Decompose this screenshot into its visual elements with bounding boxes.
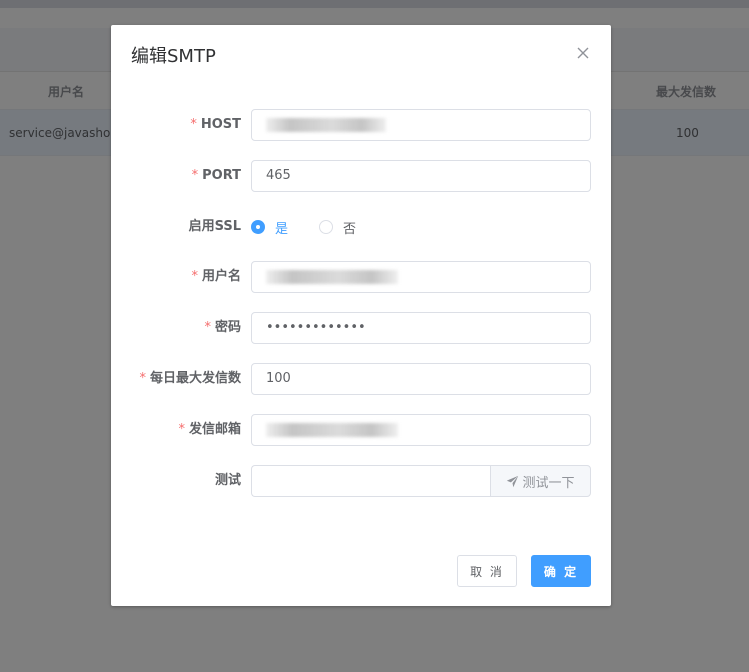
dialog-title: 编辑SMTP: [131, 46, 216, 67]
ssl-yes-label: 是: [275, 221, 289, 237]
test-input-group: 测试一下: [251, 465, 591, 497]
required-mark: *: [204, 320, 211, 335]
redacted-value: [266, 118, 386, 132]
host-row: * HOST: [111, 109, 611, 141]
required-mark: *: [190, 117, 197, 132]
paper-plane-icon: [507, 475, 519, 487]
password-label: * 密码: [204, 320, 241, 335]
port-input[interactable]: 465: [251, 160, 591, 192]
test-row: 测试 测试一下: [111, 465, 611, 497]
port-label: * PORT: [191, 168, 241, 183]
host-label: * HOST: [190, 117, 241, 132]
port-row: * PORT 465: [111, 160, 611, 192]
test-send-button[interactable]: 测试一下: [490, 465, 591, 497]
max-daily-row: * 每日最大发信数 100: [111, 363, 611, 395]
max-daily-input[interactable]: 100: [251, 363, 591, 395]
password-input[interactable]: •••••••••••••: [251, 312, 591, 344]
ssl-no-label: 否: [343, 221, 357, 237]
username-row: * 用户名: [111, 261, 611, 293]
host-input[interactable]: [251, 109, 591, 141]
from-email-label: * 发信邮箱: [178, 422, 241, 437]
redacted-value: [266, 423, 398, 437]
max-daily-label: * 每日最大发信数: [139, 371, 241, 386]
test-label: 测试: [214, 473, 241, 488]
required-mark: *: [191, 269, 198, 284]
username-input[interactable]: [251, 261, 591, 293]
username-label: * 用户名: [191, 269, 241, 284]
test-send-label: 测试一下: [522, 475, 575, 491]
edit-smtp-dialog: 编辑SMTP *HOST *PORT 465 启用SSL 是 否 *用户名: [111, 25, 611, 606]
ssl-radio-no[interactable]: 否: [319, 211, 356, 243]
required-mark: *: [191, 168, 199, 183]
from-email-row: * 发信邮箱: [111, 414, 611, 446]
radio-checked-icon: [251, 220, 265, 234]
password-row: * 密码 •••••••••••••: [111, 312, 611, 344]
required-mark: *: [178, 422, 185, 437]
radio-unchecked-icon: [319, 220, 333, 234]
confirm-button[interactable]: 确 定: [531, 555, 591, 587]
test-email-input[interactable]: [251, 465, 491, 497]
required-mark: *: [139, 371, 146, 386]
ssl-row: 启用SSL 是 否: [111, 211, 611, 243]
cancel-button[interactable]: 取 消: [457, 555, 517, 587]
ssl-radio-yes[interactable]: 是: [251, 211, 288, 243]
redacted-value: [266, 270, 398, 284]
from-email-input[interactable]: [251, 414, 591, 446]
ssl-label: 启用SSL: [188, 219, 241, 234]
close-icon[interactable]: [573, 43, 593, 63]
